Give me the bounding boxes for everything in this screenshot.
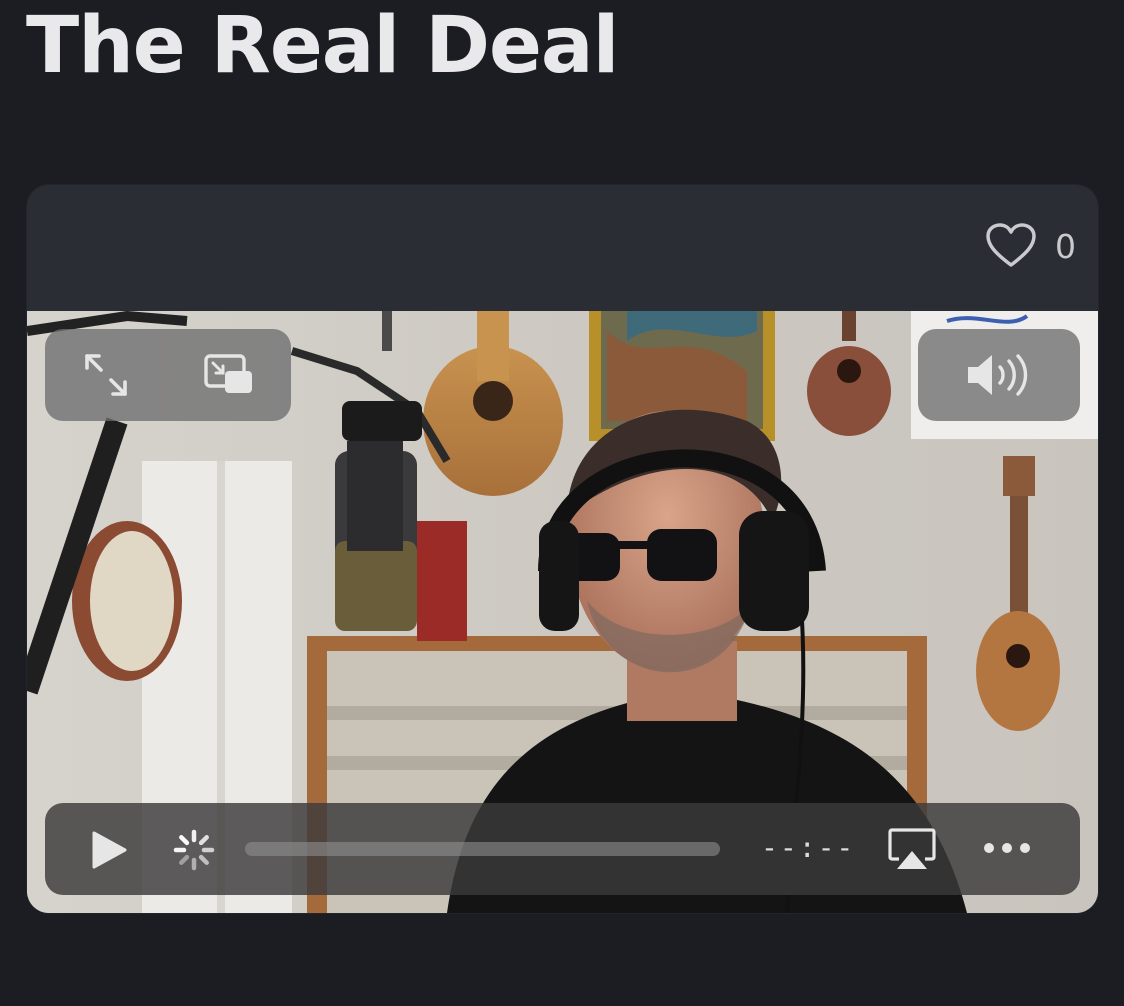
more-options-icon[interactable] [982, 841, 1032, 855]
time-display: --:-- [761, 831, 856, 864]
volume-icon[interactable] [964, 351, 1034, 399]
bottom-control-bar: --:-- [45, 803, 1080, 895]
airplay-icon[interactable] [887, 827, 937, 871]
top-right-controls [918, 329, 1080, 421]
picture-in-picture-icon[interactable] [203, 353, 255, 397]
video-player[interactable]: --:-- [27, 311, 1098, 913]
expand-fullscreen-icon[interactable] [81, 350, 131, 400]
like-count: 0 [1055, 226, 1076, 266]
video-card: 0 --:-- [27, 185, 1098, 913]
progress-track[interactable] [245, 842, 720, 856]
card-header: 0 [27, 185, 1098, 311]
like-group: 0 [985, 223, 1076, 269]
play-icon[interactable] [91, 830, 129, 870]
heart-icon[interactable] [985, 223, 1037, 269]
page: The Real Deal 0 --:-- [0, 0, 1124, 1006]
page-title: The Real Deal [26, 1, 619, 91]
loading-spinner-icon [172, 828, 216, 872]
top-left-controls [45, 329, 291, 421]
